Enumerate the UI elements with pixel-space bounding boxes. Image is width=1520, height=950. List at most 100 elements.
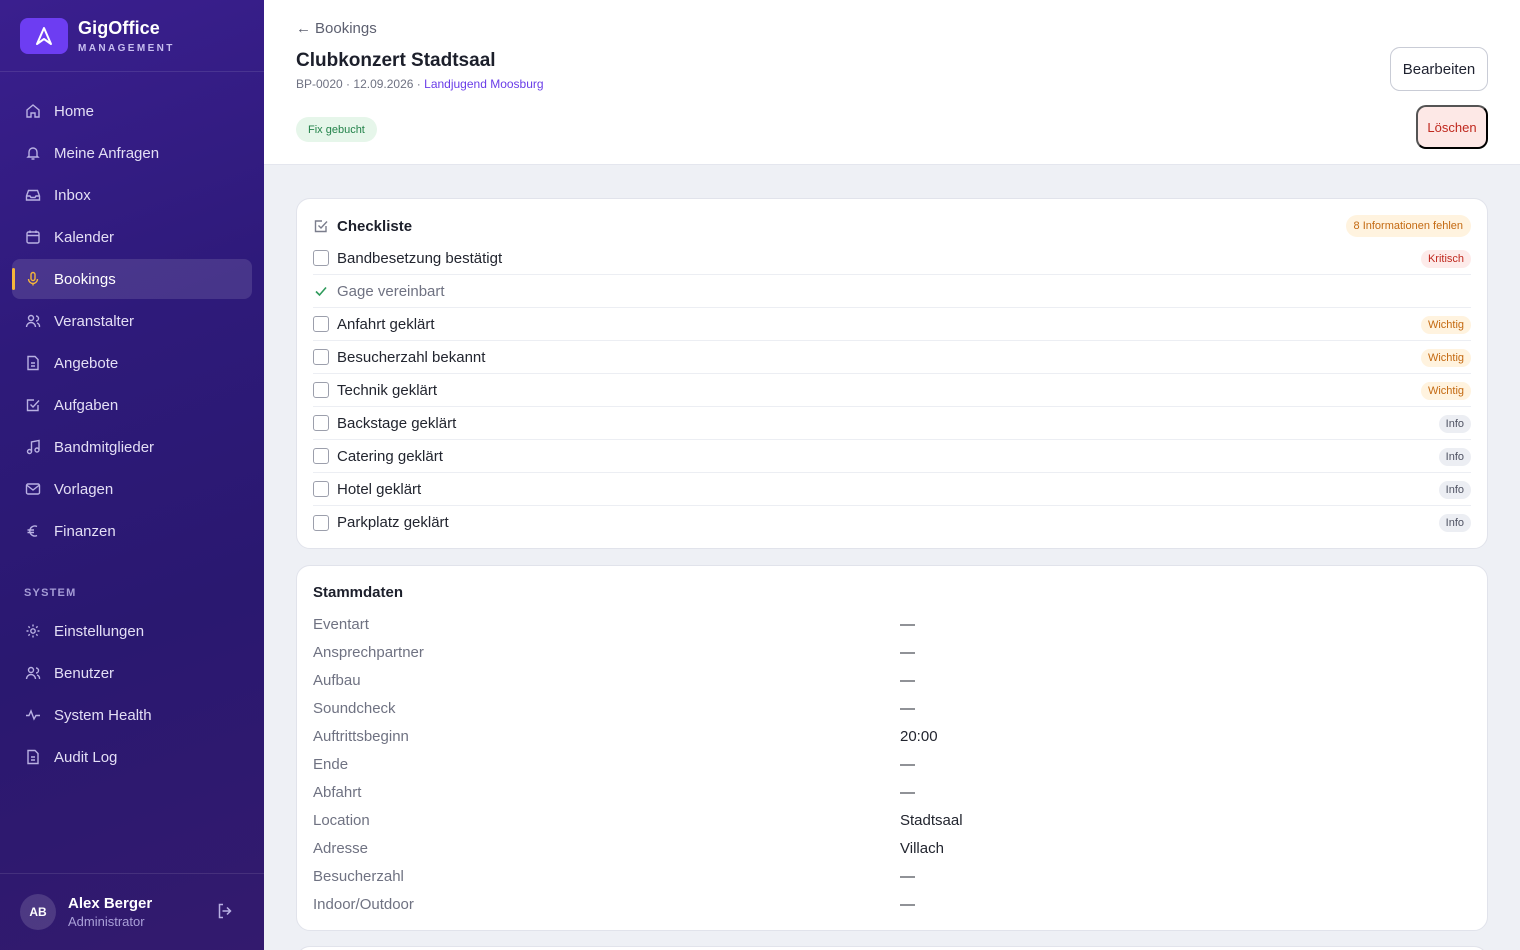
priority-badge: Wichtig (1420, 382, 1471, 400)
field-label: Location (313, 811, 370, 829)
priority-badge: Info (1438, 415, 1471, 433)
checkbox[interactable] (313, 316, 329, 332)
logo-icon[interactable] (20, 17, 68, 54)
field-row: Indoor/Outdoor — (313, 890, 1471, 918)
nav-label: Home (54, 102, 95, 120)
checklist-header: Checkliste 8 Informationen fehlen (313, 215, 1471, 237)
field-label: Ende (313, 755, 349, 773)
checklist-item[interactable]: Besucherzahl bekannt Wichtig (313, 341, 1471, 374)
checklist-item[interactable]: Bandbesetzung bestätigt Kritisch (313, 242, 1471, 275)
nav-item-einstellungen[interactable]: Einstellungen (12, 611, 252, 651)
checklist-item[interactable]: Hotel geklärt Info (313, 473, 1471, 506)
priority-badge: Kritisch (1420, 250, 1471, 268)
field-label: Adresse (313, 839, 369, 857)
field-row: Location Stadtsaal (313, 806, 1471, 834)
nav-item-kalender[interactable]: Kalender (12, 217, 252, 257)
checklist-item[interactable]: Parkplatz geklärt Info (313, 506, 1471, 539)
field-label: Soundcheck (313, 699, 396, 717)
checkbox[interactable] (313, 481, 329, 497)
field-label: Ansprechpartner (313, 643, 424, 661)
missing-info-badge: 8 Informationen fehlen (1345, 215, 1471, 237)
checklist-title: Checkliste (337, 217, 413, 235)
check-icon[interactable] (313, 283, 329, 299)
microphone-icon (24, 270, 42, 288)
meta-separator: · (416, 77, 421, 91)
checkbox[interactable] (313, 382, 329, 398)
booking-id: BP-0020 (296, 77, 343, 91)
nav-label: Audit Log (54, 748, 118, 766)
checkbox[interactable] (313, 514, 329, 531)
document-icon (24, 748, 42, 766)
nav-item-audit-log[interactable]: Audit Log (12, 737, 252, 777)
avatar[interactable]: AB (20, 894, 56, 930)
nav-item-bandmitglieder[interactable]: Bandmitglieder (12, 427, 252, 467)
checklist-items: Bandbesetzung bestätigt Kritisch Gage ve… (313, 242, 1471, 539)
field-value: Villach (900, 839, 944, 857)
delete-button[interactable]: Löschen (1416, 105, 1488, 149)
checklist-item-label: Technik geklärt (337, 381, 438, 399)
checklist-item-label: Catering geklärt (337, 447, 443, 465)
nav-label: Bookings (54, 270, 116, 288)
checkbox[interactable] (313, 415, 329, 431)
nav-item-veranstalter[interactable]: Veranstalter (12, 301, 252, 341)
arrow-left-icon: ← (296, 20, 311, 37)
nav-item-finanzen[interactable]: Finanzen (12, 511, 252, 551)
nav-item-inbox[interactable]: Inbox (12, 175, 252, 215)
field-label: Auftrittsbeginn (313, 727, 409, 745)
field-value: — (900, 895, 915, 913)
field-value: Stadtsaal (900, 811, 963, 829)
checkbox[interactable] (313, 349, 329, 365)
field-value: — (900, 783, 915, 801)
field-value: — (900, 671, 915, 689)
nav-label: Meine Anfragen (54, 144, 160, 162)
stammdaten-title: Stammdaten (313, 584, 404, 601)
stammdaten-fields: Eventart — Ansprechpartner — Aufbau — So… (313, 610, 1471, 918)
checklist-item-label: Hotel geklärt (337, 480, 422, 498)
main-nav: Home Meine Anfragen Inbox Kalender Booki… (12, 91, 252, 553)
nav-item-meine-anfragen[interactable]: Meine Anfragen (12, 133, 252, 173)
nav-item-vorlagen[interactable]: Vorlagen (12, 469, 252, 509)
checklist-item[interactable]: Gage vereinbart (313, 275, 1471, 308)
field-label: Abfahrt (313, 783, 362, 801)
field-value: — (900, 615, 915, 633)
nav-label: Veranstalter (54, 312, 135, 330)
calendar-icon (24, 228, 42, 246)
nav-label: Kalender (54, 228, 115, 246)
field-label: Indoor/Outdoor (313, 895, 414, 913)
nav-label: Vorlagen (54, 480, 114, 498)
logout-icon[interactable] (216, 902, 236, 922)
nav-item-angebote[interactable]: Angebote (12, 343, 252, 383)
field-row: Eventart — (313, 610, 1471, 638)
nav-item-home[interactable]: Home (12, 91, 252, 131)
organizer-link[interactable]: Landjugend Moosburg (424, 77, 543, 91)
checklist-item[interactable]: Anfahrt geklärt Wichtig (313, 308, 1471, 341)
inbox-icon (24, 186, 42, 204)
nav-label: Bandmitglieder (54, 438, 155, 456)
booking-date: 12.09.2026 (353, 77, 414, 91)
nav-item-system-health[interactable]: System Health (12, 695, 252, 735)
meta-separator: · (346, 77, 351, 91)
system-nav: Einstellungen Benutzer System Health Aud… (12, 611, 252, 779)
next-card-edge (296, 946, 1488, 950)
bell-icon (24, 144, 42, 162)
checklist-item[interactable]: Catering geklärt Info (313, 440, 1471, 473)
checklist-item[interactable]: Backstage geklärt Info (313, 407, 1471, 440)
checkbox[interactable] (313, 250, 329, 266)
nav-item-bookings[interactable]: Bookings (12, 259, 252, 299)
field-value: — (900, 643, 915, 661)
checklist-icon (313, 218, 329, 234)
edit-button[interactable]: Bearbeiten (1390, 47, 1488, 91)
back-link[interactable]: ← Bookings (296, 20, 377, 37)
checklist-item-label: Anfahrt geklärt (337, 315, 435, 333)
home-icon (24, 102, 42, 120)
user-panel: AB Alex Berger Administrator (0, 873, 264, 950)
stammdaten-card: Stammdaten Eventart — Ansprechpartner — … (296, 565, 1488, 931)
checklist-item[interactable]: Technik geklärt Wichtig (313, 374, 1471, 407)
nav-item-benutzer[interactable]: Benutzer (12, 653, 252, 693)
checkbox[interactable] (313, 448, 329, 464)
checklist-item-label: Bandbesetzung bestätigt (337, 249, 503, 267)
nav-item-aufgaben[interactable]: Aufgaben (12, 385, 252, 425)
checklist-item-label: Gage vereinbart (337, 282, 445, 300)
priority-badge: Wichtig (1420, 316, 1471, 334)
gear-icon (24, 622, 42, 640)
